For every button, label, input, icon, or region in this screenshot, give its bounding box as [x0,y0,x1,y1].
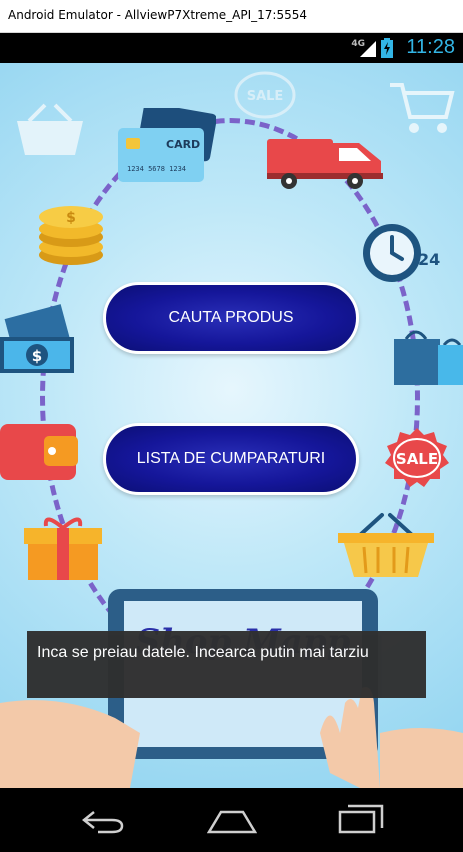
navigation-bar [0,788,463,852]
gift-box-icon [24,517,102,580]
shopping-list-button[interactable]: LISTA DE CUMPARATURI [103,423,359,495]
card-number-text: 1234 5678 1234 [127,165,186,173]
status-bar: 4G 11:28 [0,33,463,63]
recents-icon[interactable] [338,804,384,834]
sale-badge-icon: SALE [385,428,449,487]
basket-faint-icon [17,103,83,155]
credit-card-icon: CARD 1234 5678 1234 [118,108,216,182]
wallet-icon [0,424,78,480]
search-product-button[interactable]: CAUTA PRODUS [103,282,359,354]
card-label-text: CARD [166,138,200,151]
shopping-bags-icon [394,330,463,385]
app-screen: SALE CARD 1234 5678 1234 $ 24 $ SALE CAU… [0,63,463,788]
clock-24-icon: 24 [363,224,440,282]
signal-icon [360,41,376,57]
svg-text:$: $ [32,347,42,365]
clock-24-text: 24 [418,250,440,269]
faint-sale-text: SALE [247,89,284,104]
cart-faint-icon [390,83,455,133]
status-clock: 11:28 [406,36,455,58]
back-icon[interactable] [80,808,126,834]
window-title: Android Emulator - AllviewP7Xtreme_API_1… [8,8,307,22]
money-bills-icon: $ [0,304,74,373]
shopping-basket-icon [338,513,434,577]
battery-icon [381,38,393,58]
sale-badge-text: SALE [396,450,438,468]
sale-badge-faint-icon: SALE [234,71,296,119]
svg-text:$: $ [66,210,76,226]
emulator-title-bar: Android Emulator - AllviewP7Xtreme_API_1… [0,0,463,33]
toast-message: Inca se preiau datele. Incearca putin ma… [27,631,426,698]
coins-stack-icon: $ [39,206,103,265]
home-icon[interactable] [207,808,257,834]
delivery-truck-icon [267,139,383,189]
